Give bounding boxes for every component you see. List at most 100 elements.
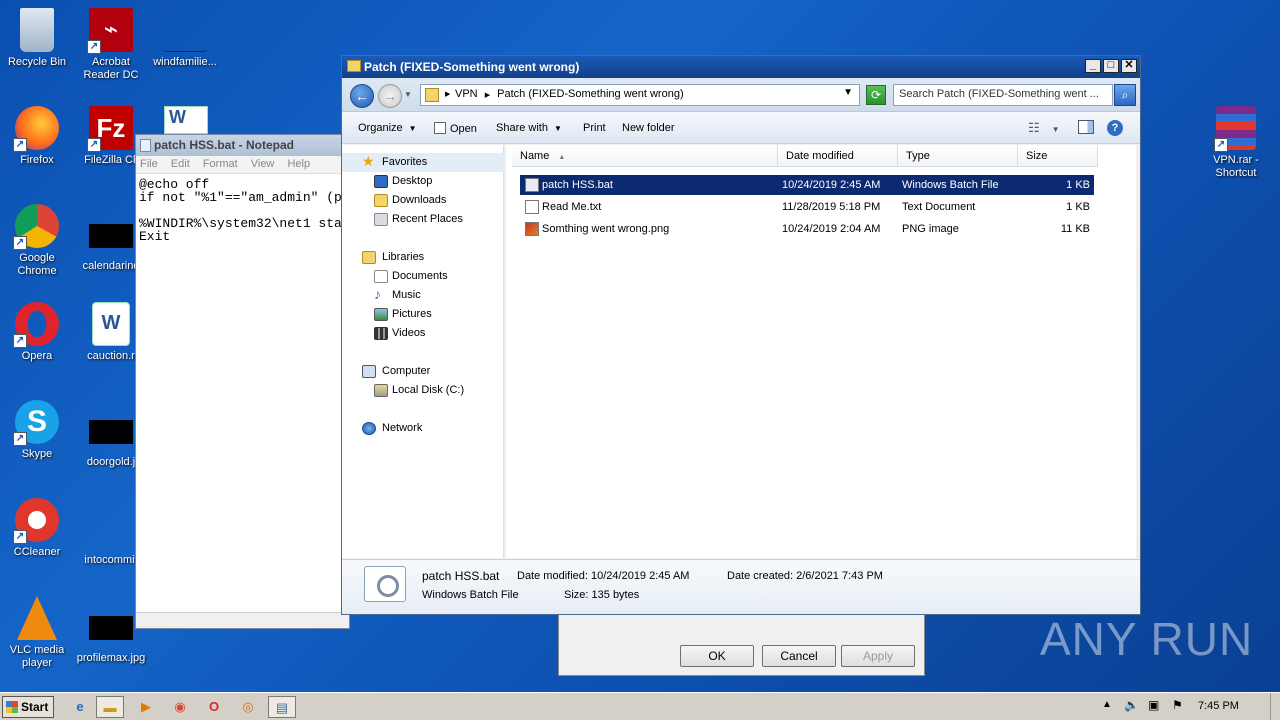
notepad-horizontal-scrollbar[interactable]	[136, 612, 349, 628]
breadcrumb-vpn[interactable]: VPN	[455, 88, 478, 100]
forward-button[interactable]: →	[378, 84, 402, 108]
internet-explorer-icon[interactable]: e	[66, 696, 94, 718]
apply-button[interactable]: Apply	[841, 645, 915, 667]
network-tray-icon[interactable]: ▣	[1148, 698, 1159, 712]
column-header-name[interactable]: Name ▲	[512, 145, 778, 167]
show-desktop-button[interactable]	[1270, 693, 1280, 720]
share-with-button[interactable]: Share with ▼	[496, 122, 562, 134]
chevron-down-icon[interactable]: ▼	[843, 87, 853, 98]
desktop-icon-vpn-rar[interactable]: ↗ VPN.rar - Shortcut	[1199, 106, 1273, 180]
menu-view[interactable]: View	[251, 158, 275, 170]
nav-desktop[interactable]: Desktop	[342, 172, 504, 191]
file-name: patch HSS.bat	[542, 179, 613, 191]
nav-music[interactable]: ♪ Music	[342, 286, 504, 305]
nav-network-label: Network	[382, 422, 423, 434]
start-button[interactable]: Start	[2, 696, 54, 718]
details-date-created: Date created: 2/6/2021 7:43 PM	[727, 570, 883, 582]
menu-format[interactable]: Format	[203, 158, 238, 170]
back-button[interactable]: ←	[350, 84, 374, 108]
chrome-taskbar-icon[interactable]: ◉	[166, 696, 194, 718]
downloads-icon	[374, 194, 388, 207]
nav-computer[interactable]: Computer	[342, 362, 504, 381]
nav-recent-places[interactable]: Recent Places	[342, 210, 504, 229]
acrobat-icon: ⌁ ↗	[87, 8, 133, 54]
batch-file-icon	[364, 566, 406, 602]
column-header-type[interactable]: Type	[898, 145, 1018, 167]
details-pane: patch HSS.bat Windows Batch File Date mo…	[342, 559, 1140, 614]
ok-button[interactable]: OK	[680, 645, 754, 667]
nav-libraries[interactable]: Libraries	[342, 248, 504, 267]
nav-pictures[interactable]: Pictures	[342, 305, 504, 324]
desktop-icon-chrome[interactable]: ↗ Google Chrome	[0, 204, 74, 278]
organize-button[interactable]: Organize ▼	[358, 122, 417, 134]
explorer-taskbar-icon[interactable]: ▬	[96, 696, 124, 718]
desktop-icon-windfamilie[interactable]: windfamilie...	[148, 8, 222, 69]
clock[interactable]: 7:45 PM	[1198, 700, 1239, 712]
notepad-text-area[interactable]: @echo off if not "%1"=="am_admin" (p %WI…	[136, 174, 349, 604]
search-input[interactable]: Search Patch (FIXED-Something went ...	[893, 84, 1113, 106]
nav-documents[interactable]: Documents	[342, 267, 504, 286]
desktop-icon-label: profilemax.jpg	[76, 652, 146, 664]
desktop-icon-vlc[interactable]: VLC media player	[0, 596, 74, 670]
desktop-icon-opera[interactable]: ↗ Opera	[0, 302, 74, 363]
nav-network[interactable]: Network	[342, 419, 504, 438]
menu-file[interactable]: File	[140, 158, 158, 170]
search-icon[interactable]: ⌕	[1114, 84, 1136, 106]
desktop-icon-recycle-bin[interactable]: Recycle Bin	[0, 8, 74, 69]
firefox-icon: ↗	[13, 106, 59, 152]
breadcrumb-patch[interactable]: Patch (FIXED-Something went wrong)	[497, 88, 683, 100]
column-header-date-modified[interactable]: Date modified	[778, 145, 898, 167]
opera-icon: ↗	[13, 302, 59, 348]
unknown-app-icon[interactable]: ◎	[234, 696, 262, 718]
view-options-icon[interactable]: ☷ ▼	[1028, 120, 1060, 136]
desktop-icon-firefox[interactable]: ↗ Firefox	[0, 106, 74, 167]
nav-favorites[interactable]: ★ Favorites	[342, 153, 504, 172]
notepad-window[interactable]: patch HSS.bat - Notepad File Edit Format…	[135, 134, 350, 629]
media-player-icon[interactable]: ▶	[132, 696, 160, 718]
close-button[interactable]: ✕	[1121, 59, 1137, 73]
open-button[interactable]: Open	[434, 122, 477, 135]
maximize-button[interactable]: □	[1103, 59, 1119, 73]
computer-icon	[362, 365, 376, 378]
nav-local-disk[interactable]: Local Disk (C:)	[342, 381, 504, 400]
anyrun-watermark: ANY RUN	[1040, 613, 1254, 665]
date-modified-label: Date modified:	[517, 570, 588, 582]
file-row[interactable]: Read Me.txt 11/28/2019 5:18 PM Text Docu…	[520, 197, 1094, 217]
chevron-down-icon: ▼	[553, 124, 562, 133]
minimize-button[interactable]: _	[1085, 59, 1101, 73]
desktop-icon-acrobat[interactable]: ⌁ ↗ Acrobat Reader DC	[74, 8, 148, 82]
desktop-icon-skype[interactable]: S ↗ Skype	[0, 400, 74, 461]
help-icon[interactable]: ?	[1107, 120, 1123, 136]
chrome-icon: ↗	[13, 204, 59, 250]
refresh-button[interactable]: ⟳	[866, 85, 886, 105]
pictures-icon	[374, 308, 388, 321]
address-bar[interactable]: ▶ VPN ▶ Patch (FIXED-Something went wron…	[420, 84, 860, 106]
print-button[interactable]: Print	[583, 122, 606, 134]
explorer-titlebar[interactable]: Patch (FIXED-Something went wrong) _ □ ✕	[342, 56, 1140, 78]
nav-downloads[interactable]: Downloads	[342, 191, 504, 210]
desktop-icon-ccleaner[interactable]: ↗ CCleaner	[0, 498, 74, 559]
file-row[interactable]: Somthing went wrong.png 10/24/2019 2:04 …	[520, 219, 1094, 239]
notepad-taskbar-icon[interactable]: ▤	[268, 696, 296, 718]
date-modified-value: 10/24/2019 2:45 AM	[591, 570, 690, 582]
menu-edit[interactable]: Edit	[171, 158, 190, 170]
action-center-flag-icon[interactable]: ⚑	[1172, 698, 1183, 712]
file-row[interactable]: patch HSS.bat 10/24/2019 2:45 AM Windows…	[520, 175, 1094, 195]
address-bar-row: ← → ▼ ▶ VPN ▶ Patch (FIXED-Something wen…	[342, 78, 1140, 112]
volume-icon[interactable]: 🔈	[1124, 698, 1139, 712]
show-hidden-icons-icon[interactable]: ▲	[1102, 699, 1112, 710]
nav-videos[interactable]: Videos	[342, 324, 504, 343]
organize-label: Organize	[358, 122, 403, 134]
menu-help[interactable]: Help	[287, 158, 310, 170]
nav-recent-label: Recent Places	[392, 213, 463, 225]
word-doc-icon[interactable]: W	[164, 106, 208, 134]
batch-file-icon	[525, 178, 539, 192]
cancel-button[interactable]: Cancel	[762, 645, 836, 667]
column-header-size[interactable]: Size	[1018, 145, 1098, 167]
opera-taskbar-icon[interactable]: O	[200, 696, 228, 718]
preview-pane-icon[interactable]	[1078, 120, 1094, 134]
notepad-titlebar[interactable]: patch HSS.bat - Notepad	[136, 135, 349, 156]
libraries-icon	[362, 251, 376, 264]
new-folder-button[interactable]: New folder	[622, 122, 675, 134]
recent-pages-dropdown[interactable]: ▼	[404, 90, 412, 99]
